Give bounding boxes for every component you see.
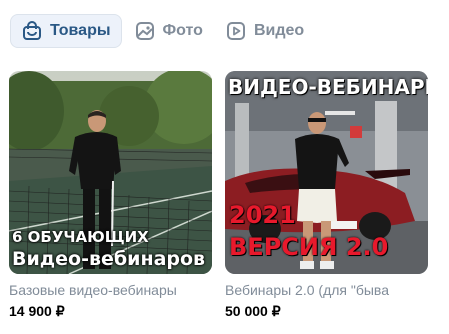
thumbnail-caption-line1: 6 ОБУЧАЮЩИХ: [12, 228, 149, 246]
product-thumbnail[interactable]: 6 ОБУЧАЮЩИХ Видео-вебинаров: [9, 71, 212, 274]
product-title[interactable]: Вебинары 2.0 (для "быва: [225, 282, 428, 299]
thumbnail-headline: ВИДЕО-ВЕБИНАРЫ: [228, 75, 428, 99]
product-card[interactable]: 6 ОБУЧАЮЩИХ Видео-вебинаров Базовые виде…: [9, 71, 212, 320]
thumbnail-version: ВЕРСИЯ 2.0: [229, 233, 389, 261]
tab-videos[interactable]: Видео: [215, 14, 314, 48]
product-title[interactable]: Базовые видео-вебинары: [9, 282, 212, 299]
product-price: 14 900 ₽: [9, 303, 65, 319]
tab-products[interactable]: Товары: [10, 14, 122, 48]
product-card[interactable]: ВИДЕО-ВЕБИНАРЫ 2021 ВЕРСИЯ 2.0 Вебинары …: [225, 71, 428, 320]
tab-products-label: Товары: [50, 22, 111, 39]
tab-photos[interactable]: Фото: [124, 14, 213, 48]
tab-videos-label: Видео: [253, 22, 305, 39]
product-price: 50 000 ₽: [225, 303, 281, 319]
product-thumbnail[interactable]: ВИДЕО-ВЕБИНАРЫ 2021 ВЕРСИЯ 2.0: [225, 71, 428, 274]
thumbnail-caption-line2: Видео-вебинаров: [12, 248, 206, 270]
tab-photos-label: Фото: [162, 22, 203, 39]
thumbnail-year: 2021: [229, 201, 296, 229]
tab-bar: Товары Фото Видео: [10, 14, 316, 48]
image-icon: [134, 20, 156, 42]
video-play-icon: [225, 20, 247, 42]
shopping-bag-icon: [21, 20, 43, 42]
